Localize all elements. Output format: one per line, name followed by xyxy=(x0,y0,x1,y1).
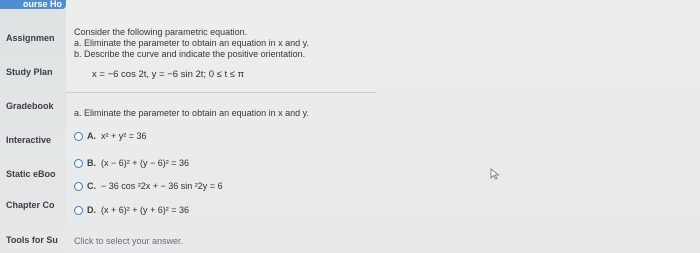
sidebar-item-study-plan[interactable]: Study Plan xyxy=(6,67,66,77)
option-letter: D. xyxy=(87,205,96,215)
question-panel: Consider the following parametric equati… xyxy=(66,0,700,253)
radio-icon[interactable] xyxy=(74,181,83,191)
part-a-instruction: a. Eliminate the parameter to obtain an … xyxy=(74,38,309,48)
equation-xy: x = −6 cos 2t, y = −6 sin 2t; xyxy=(92,69,207,80)
sidebar-item-assignments[interactable]: Assignmen xyxy=(6,33,66,43)
option-b[interactable]: B. (x − 6)² + (y − 6)² = 36 xyxy=(74,156,189,170)
option-text: x² + y² = 36 xyxy=(101,131,147,141)
sidebar-item-gradebook[interactable]: Gradebook xyxy=(6,101,66,111)
option-a[interactable]: A. x² + y² = 36 xyxy=(74,129,147,143)
sidebar-item-static-ebook[interactable]: Static eBoo xyxy=(6,169,66,179)
mouse-cursor-icon xyxy=(490,168,500,180)
sidebar-item-tools[interactable]: Tools for Su xyxy=(6,235,66,245)
part-a-title: a. Eliminate the parameter to obtain an … xyxy=(74,108,309,118)
course-home-tab[interactable]: ourse Ho xyxy=(0,0,66,9)
divider xyxy=(66,92,376,93)
question-intro: Consider the following parametric equati… xyxy=(74,27,248,37)
option-text: (x − 6)² + (y − 6)² = 36 xyxy=(101,158,190,168)
option-letter: C. xyxy=(87,181,96,191)
sidebar: ourse Ho Assignmen Study Plan Gradebook … xyxy=(0,0,67,253)
option-d[interactable]: D. (x + 6)² + (y + 6)² = 36 xyxy=(74,203,189,217)
option-text: (x + 6)² + (y + 6)² = 36 xyxy=(101,205,190,215)
option-text: − 36 cos ²2x + − 36 sin ²2y = 6 xyxy=(101,181,223,191)
equation-range: 0 ≤ t ≤ π xyxy=(208,69,245,80)
radio-icon[interactable] xyxy=(74,131,83,141)
parametric-equation: x = −6 cos 2t, y = −6 sin 2t; 0 ≤ t ≤ π xyxy=(92,69,244,80)
part-b-instruction: b. Describe the curve and indicate the p… xyxy=(74,49,306,59)
option-c[interactable]: C. − 36 cos ²2x + − 36 sin ²2y = 6 xyxy=(74,179,223,193)
option-letter: A. xyxy=(87,131,96,141)
sidebar-item-chapter-contents[interactable]: Chapter Co xyxy=(6,200,66,210)
click-hint: Click to select your answer. xyxy=(74,236,184,246)
radio-icon[interactable] xyxy=(74,158,83,168)
option-letter: B. xyxy=(87,158,96,168)
radio-icon[interactable] xyxy=(74,205,83,215)
sidebar-item-interactive[interactable]: Interactive xyxy=(6,135,66,145)
